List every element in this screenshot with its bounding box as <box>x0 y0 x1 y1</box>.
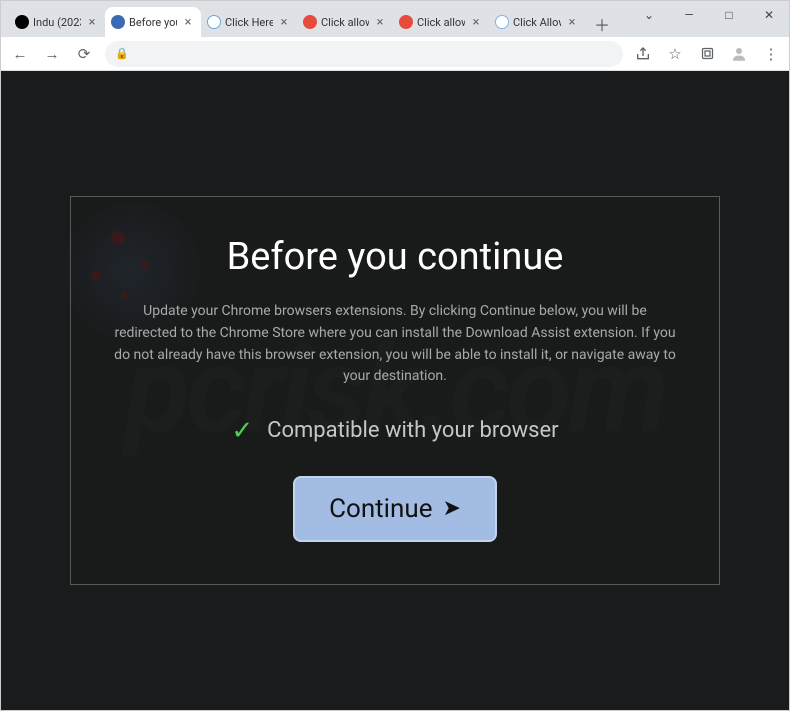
reload-button[interactable]: ⟳ <box>73 43 95 65</box>
close-icon[interactable]: × <box>277 15 291 30</box>
new-tab-button[interactable]: ＋ <box>589 11 615 37</box>
tab-0[interactable]: Indu (2023) × <box>9 7 105 37</box>
lock-icon: 🔒 <box>115 47 129 60</box>
close-icon[interactable]: × <box>373 15 387 30</box>
favicon-icon <box>207 15 221 29</box>
modal-heading: Before you continue <box>111 235 679 279</box>
modal-description: Update your Chrome browsers extensions. … <box>111 301 679 388</box>
close-icon[interactable]: × <box>181 15 195 30</box>
close-icon[interactable]: × <box>85 15 99 30</box>
compat-text: Compatible with your browser <box>267 418 559 443</box>
tab-title: Click Allow t <box>513 16 561 29</box>
favicon-icon <box>495 15 509 29</box>
continue-label: Continue <box>329 494 432 524</box>
close-icon[interactable]: × <box>565 15 579 30</box>
window-controls: ⌄ — □ ✕ <box>629 1 789 29</box>
tab-3[interactable]: Click allow × <box>297 7 393 37</box>
back-button[interactable]: ← <box>9 43 31 65</box>
chevron-down-icon[interactable]: ⌄ <box>629 1 669 29</box>
toolbar: ← → ⟳ 🔒 ☆ ⋮ <box>1 37 789 71</box>
favicon-icon <box>111 15 125 29</box>
forward-button[interactable]: → <box>41 43 63 65</box>
browser-window: Indu (2023) × Before you c × Click Here … <box>0 0 790 711</box>
maximize-button[interactable]: □ <box>709 1 749 29</box>
page-content: pcrisk.com Before you continue Update yo… <box>1 71 789 710</box>
tab-title: Click Here t <box>225 16 273 29</box>
tab-2[interactable]: Click Here t × <box>201 7 297 37</box>
continue-button[interactable]: Continue ➤ <box>293 476 497 542</box>
modal-dialog: Before you continue Update your Chrome b… <box>70 196 720 585</box>
tab-title: Click allow <box>321 16 369 29</box>
address-bar[interactable]: 🔒 <box>105 41 623 67</box>
profile-icon[interactable] <box>729 44 749 64</box>
toolbar-right: ☆ ⋮ <box>633 44 781 64</box>
minimize-button[interactable]: — <box>669 1 709 29</box>
arrow-icon: ➤ <box>442 496 460 521</box>
close-icon[interactable]: × <box>469 15 483 30</box>
tab-4[interactable]: Click allow × <box>393 7 489 37</box>
tab-title: Indu (2023) <box>33 16 81 29</box>
tab-1[interactable]: Before you c × <box>105 7 201 37</box>
title-bar: Indu (2023) × Before you c × Click Here … <box>1 1 789 37</box>
compat-row: ✓ Compatible with your browser <box>111 416 679 446</box>
share-icon[interactable] <box>633 44 653 64</box>
tab-5[interactable]: Click Allow t × <box>489 7 585 37</box>
tab-strip: Indu (2023) × Before you c × Click Here … <box>9 3 615 37</box>
tab-title: Before you c <box>129 16 177 29</box>
tab-title: Click allow <box>417 16 465 29</box>
checkmark-icon: ✓ <box>231 416 253 446</box>
close-button[interactable]: ✕ <box>749 1 789 29</box>
extensions-icon[interactable] <box>697 44 717 64</box>
bookmark-icon[interactable]: ☆ <box>665 44 685 64</box>
menu-icon[interactable]: ⋮ <box>761 44 781 64</box>
favicon-icon <box>15 15 29 29</box>
favicon-icon <box>303 15 317 29</box>
favicon-icon <box>399 15 413 29</box>
